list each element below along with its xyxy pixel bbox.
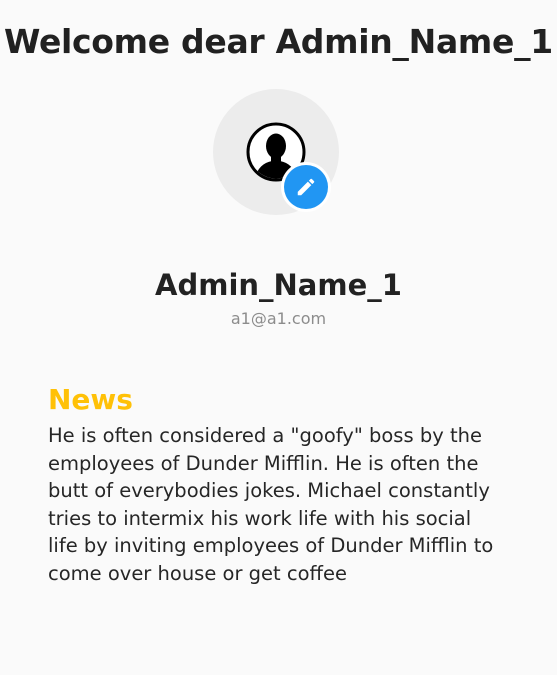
pencil-icon	[297, 178, 315, 196]
news-title: News	[48, 383, 133, 416]
profile-avatar	[213, 89, 339, 215]
edit-button-circle[interactable]	[284, 165, 328, 209]
profile-email: a1@a1.com	[230, 309, 327, 328]
welcome-title: Welcome dear Admin_Name_1	[4, 22, 553, 61]
profile-name: Admin_Name_1	[155, 268, 402, 302]
avatar-circle	[213, 89, 339, 215]
edit-avatar-button[interactable]	[281, 162, 331, 212]
news-body: He is often considered a "goofy" boss by…	[48, 424, 494, 585]
